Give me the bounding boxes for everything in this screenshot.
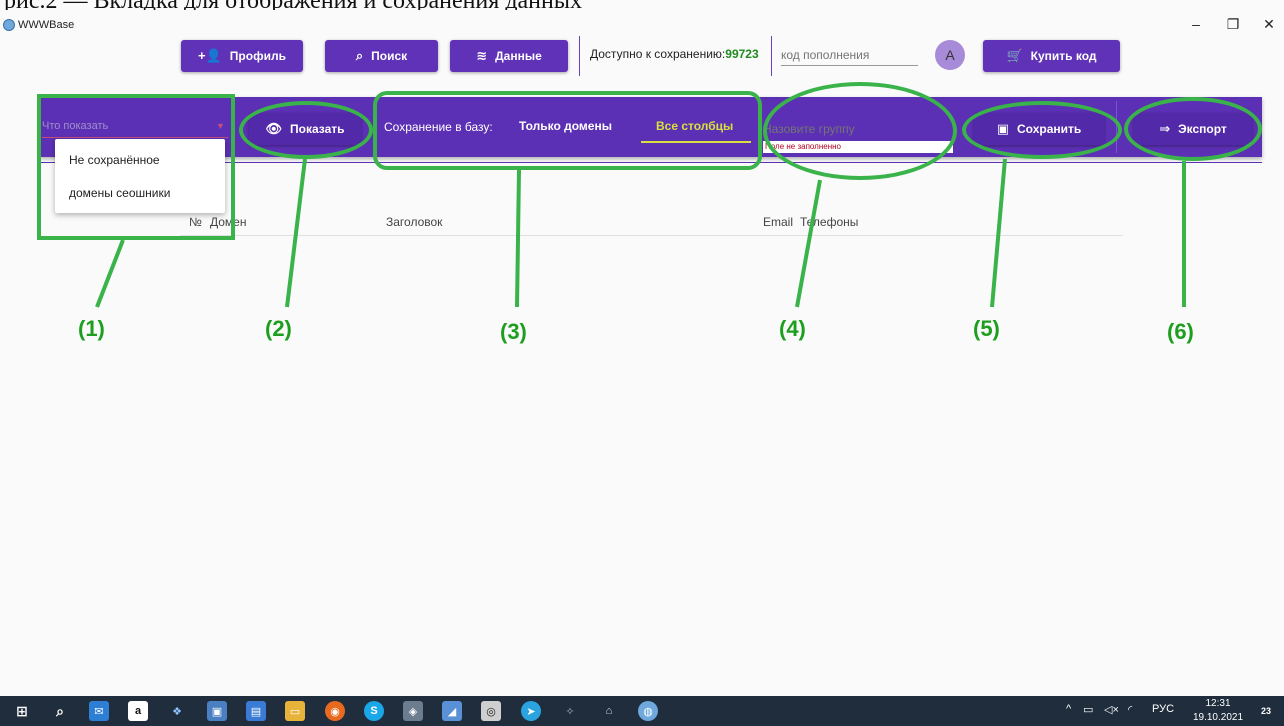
annotation-label-5: (5) xyxy=(973,316,1000,341)
avatar[interactable]: A xyxy=(935,40,965,70)
battery-icon[interactable]: ▭ xyxy=(1083,703,1093,716)
windows-start-icon[interactable]: ⊞ xyxy=(12,701,32,721)
annotation-ellipse-4 xyxy=(763,82,957,180)
profile-button[interactable]: +👤 Профиль xyxy=(181,40,303,72)
search-label: Поиск xyxy=(371,49,408,63)
date: 19.10.2021 xyxy=(1192,712,1244,723)
close-button[interactable]: ✕ xyxy=(1254,16,1284,33)
available-value: 99723 xyxy=(725,47,759,61)
globe-icon xyxy=(3,19,15,31)
basket-icon: 🛒 xyxy=(1006,48,1023,63)
app-icon[interactable]: ⌂ xyxy=(599,701,619,721)
annotation-ellipse-6 xyxy=(1124,97,1262,161)
code-input[interactable] xyxy=(781,44,918,66)
data-button[interactable]: ≋ Данные xyxy=(450,40,568,72)
search-button[interactable]: ⌕ Поиск xyxy=(325,40,438,72)
folder-icon[interactable]: ▭ xyxy=(285,701,305,721)
window-title: WWWBase xyxy=(18,19,75,31)
column-header-phones: Телефоны xyxy=(800,215,859,229)
column-header-email: Email xyxy=(763,215,794,229)
tray-chevron-icon[interactable]: ^ xyxy=(1066,703,1071,715)
taskbar: ⊞ ⌕ ✉ a ❖ ▣ ▤ ▭ ◉ S ◈ ◢ ◎ ➤ ✧ ⌂ ◍ ^ ▭ ◁×… xyxy=(0,696,1284,726)
divider xyxy=(579,36,580,76)
column-header-title: Заголовок xyxy=(386,215,443,229)
buy-code-label: Купить код xyxy=(1030,49,1097,63)
database-icon: ≋ xyxy=(476,48,488,63)
telegram-icon[interactable]: ➤ xyxy=(521,701,541,721)
time: 12:31 xyxy=(1205,698,1231,709)
app-icon[interactable]: ✧ xyxy=(560,701,580,721)
app-icon[interactable]: ◢ xyxy=(442,701,462,721)
profile-label: Профиль xyxy=(229,49,286,63)
amazon-icon[interactable]: a xyxy=(128,701,148,721)
language-indicator[interactable]: РУС xyxy=(1152,703,1174,715)
annotation-label-4: (4) xyxy=(779,316,806,341)
annotation-box-1 xyxy=(37,94,235,240)
minimize-button[interactable]: – xyxy=(1181,16,1211,32)
annotation-ellipse-5 xyxy=(962,101,1122,159)
divider xyxy=(771,36,772,76)
search-icon[interactable]: ⌕ xyxy=(50,701,70,721)
dropbox-icon[interactable]: ❖ xyxy=(167,701,187,721)
add-user-icon: +👤 xyxy=(198,48,222,63)
available-label: Доступно к сохранению: xyxy=(590,47,726,61)
annotation-label-3: (3) xyxy=(500,319,527,344)
computer-icon[interactable]: ▣ xyxy=(207,701,227,721)
firefox-icon[interactable]: ◉ xyxy=(325,701,345,721)
wifi-icon[interactable]: ◜ xyxy=(1128,703,1132,716)
annotation-label-1: (1) xyxy=(78,316,105,341)
search-icon: ⌕ xyxy=(355,48,364,63)
maximize-button[interactable]: ❐ xyxy=(1218,16,1248,33)
table-header-line xyxy=(180,235,1123,236)
clock[interactable]: 12:31 19.10.2021 xyxy=(1188,696,1248,725)
app-icon[interactable]: ◎ xyxy=(481,701,501,721)
annotation-ellipse-2 xyxy=(239,101,373,159)
notifications-icon[interactable]: 23 xyxy=(1256,701,1276,721)
annotation-label-6: (6) xyxy=(1167,319,1194,344)
data-label: Данные xyxy=(495,49,542,63)
mail-icon[interactable]: ✉ xyxy=(89,701,109,721)
skype-icon[interactable]: S xyxy=(364,701,384,721)
buy-code-button[interactable]: 🛒 Купить код xyxy=(983,40,1120,72)
available-counter: Доступно к сохранению:99723 xyxy=(590,47,759,61)
volume-icon[interactable]: ◁× xyxy=(1104,703,1119,716)
window-titlebar: WWWBase – ❐ ✕ xyxy=(0,0,1284,34)
annotation-box-3 xyxy=(373,91,762,170)
store-icon[interactable]: ▤ xyxy=(246,701,266,721)
app-icon[interactable]: ◈ xyxy=(403,701,423,721)
globe-icon[interactable]: ◍ xyxy=(638,701,658,721)
notification-count: 23 xyxy=(1260,706,1271,716)
annotation-label-2: (2) xyxy=(265,316,292,341)
